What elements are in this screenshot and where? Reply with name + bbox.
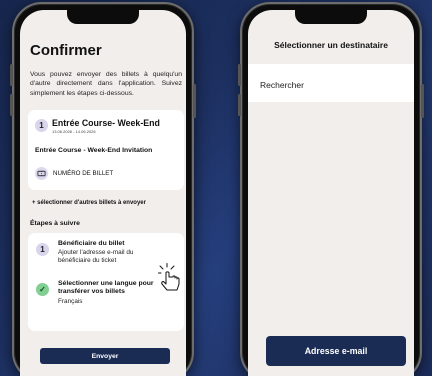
screen-confirm: Confirmer Vous pouvez envoyer des billet… <box>20 10 186 376</box>
check-icon: ✓ <box>36 283 49 296</box>
notch <box>295 10 367 24</box>
volume-button <box>238 64 241 86</box>
ticket-card[interactable]: 1 Entrée Course- Week-End 13.06.2026 - 1… <box>28 110 184 190</box>
page-description: Vous pouvez envoyer des billets à quelqu… <box>30 71 182 97</box>
pointer-hand-icon <box>158 263 180 291</box>
volume-button <box>10 64 13 86</box>
search-input[interactable]: Rechercher <box>248 64 414 102</box>
power-button <box>193 84 196 118</box>
step-1-description[interactable]: Ajouter l'adresse e-mail du bénéficiaire… <box>58 249 148 265</box>
page-title: Sélectionner un destinataire <box>274 40 388 50</box>
phone-left: Confirmer Vous pouvez envoyer des billet… <box>10 2 196 376</box>
volume-button <box>238 94 241 116</box>
step-1-title[interactable]: Bénéficiaire du billet <box>58 240 124 247</box>
search-placeholder: Rechercher <box>260 80 304 90</box>
notch <box>67 10 139 24</box>
email-address-button[interactable]: Adresse e-mail <box>266 336 406 366</box>
ticket-subtitle: Entrée Course - Week-End Invitation <box>35 147 153 154</box>
step-1-badge: 1 <box>36 243 49 256</box>
page-title: Confirmer <box>30 42 102 59</box>
volume-button <box>10 94 13 116</box>
ticket-date: 13.06.2026 - 14.06.2026 <box>52 129 96 134</box>
select-more-tickets-link[interactable]: + sélectionner d'autres billets à envoye… <box>32 200 146 206</box>
ticket-number-label: NUMÉRO DE BILLET <box>53 170 114 177</box>
step-2-language-value[interactable]: Français <box>58 298 83 305</box>
send-button[interactable]: Envoyer <box>40 348 170 364</box>
phone-right: Sélectionner un destinataire Rechercher … <box>238 2 424 376</box>
ticket-index-badge: 1 <box>35 119 48 132</box>
steps-title: Étapes à suivre <box>30 220 80 227</box>
power-button <box>421 84 424 118</box>
ticket-icon <box>35 167 48 180</box>
screen-select-recipient: Sélectionner un destinataire Rechercher … <box>248 10 414 376</box>
ticket-name: Entrée Course- Week-End <box>52 118 160 128</box>
